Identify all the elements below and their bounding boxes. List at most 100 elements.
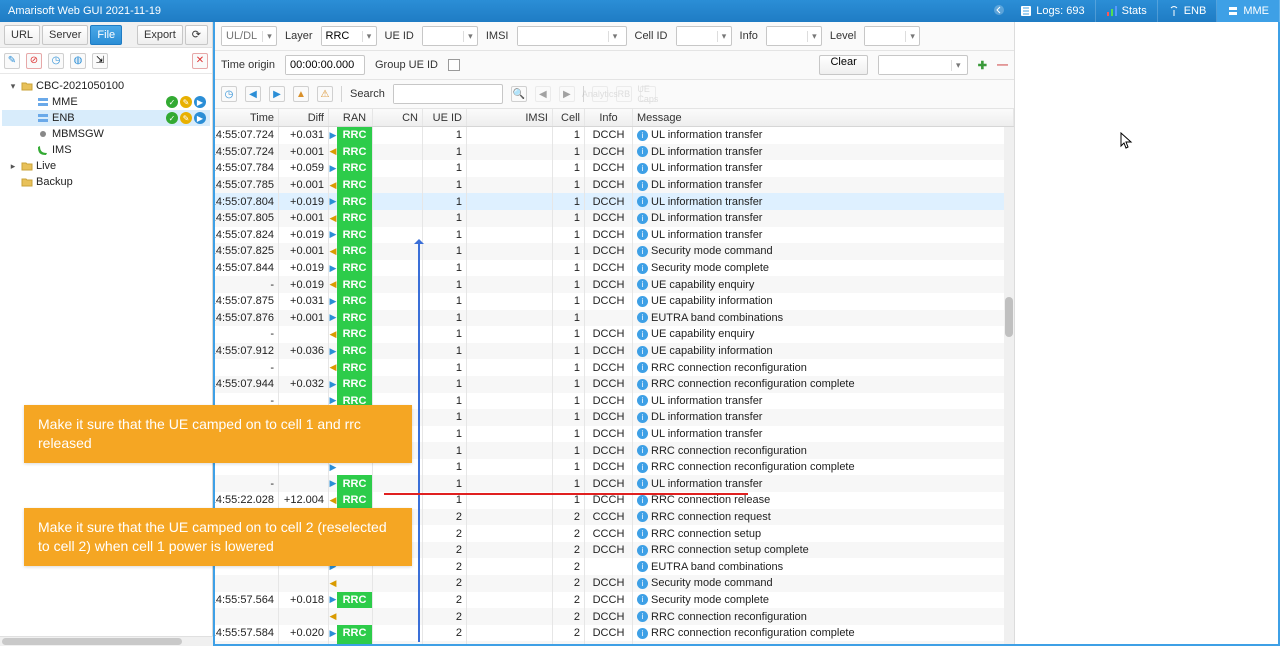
binoculars-icon[interactable]: 🔍 — [511, 86, 527, 102]
col-info[interactable]: Info — [585, 109, 633, 126]
tab-mme[interactable]: MME — [1217, 0, 1280, 22]
chevron-down-icon[interactable]: ▾ — [807, 31, 821, 42]
imsi-input[interactable] — [518, 27, 608, 45]
table-row[interactable]: 14:55:57.584 +0.020 ▶ RRC 2 2 DCCH iRRC … — [215, 625, 1014, 642]
table-row[interactable]: 14:55:07.805 +0.001 ◀ RRC 1 1 DCCH iDL i… — [215, 210, 1014, 227]
chevron-down-icon[interactable]: ▾ — [463, 31, 477, 42]
collapse-sidebar-icon[interactable] — [988, 4, 1010, 19]
refresh-button[interactable]: ⟳ — [185, 25, 208, 45]
col-ueid[interactable]: UE ID — [423, 109, 467, 126]
expander-icon[interactable]: ▸ — [8, 161, 18, 172]
col-time[interactable]: Time — [215, 109, 279, 126]
chevron-down-icon[interactable]: ▾ — [951, 60, 965, 71]
clear-combo-input[interactable] — [879, 56, 951, 74]
close-sidebar-icon[interactable]: ✕ — [192, 53, 208, 69]
table-row[interactable]: 14:56:08.345 +10.761 ◀ RRC 2 2 DCCH iRRC… — [215, 641, 1014, 644]
col-msg[interactable]: Message — [633, 109, 1014, 126]
chevron-down-icon[interactable]: ▾ — [262, 31, 276, 42]
chevron-down-icon[interactable]: ▾ — [362, 31, 376, 42]
uldl-input[interactable] — [222, 27, 262, 45]
uldl-combo[interactable]: ▾ — [221, 26, 277, 46]
info-combo[interactable]: ▾ — [766, 26, 822, 46]
level-input[interactable] — [865, 27, 905, 45]
table-row[interactable]: ◀ 2 2 DCCH iRRC connection reconfigurati… — [215, 608, 1014, 625]
expander-icon[interactable]: ▾ — [8, 81, 18, 92]
tree-item[interactable]: ENB ✓✎▶ — [2, 110, 210, 126]
table-row[interactable]: 14:55:07.844 +0.019 ▶ RRC 1 1 DCCH iSecu… — [215, 260, 1014, 277]
info-input[interactable] — [767, 27, 807, 45]
table-row[interactable]: 14:55:07.825 +0.001 ◀ RRC 1 1 DCCH iSecu… — [215, 243, 1014, 260]
warn-icon[interactable]: ▲ — [293, 86, 309, 102]
time-origin-input-wrap[interactable] — [285, 55, 365, 75]
wand-icon[interactable]: ✎ — [4, 53, 20, 69]
table-row[interactable]: - +0.019 ◀ RRC 1 1 DCCH iUE capability e… — [215, 276, 1014, 293]
tab-enb[interactable]: ENB — [1158, 0, 1218, 22]
server-button[interactable]: Server — [42, 25, 88, 45]
pencil-badge-icon[interactable]: ✎ — [180, 96, 192, 108]
table-row[interactable]: 14:55:07.724 +0.031 ▶ RRC 1 1 DCCH iUL i… — [215, 127, 1014, 144]
cellid-combo[interactable]: ▾ — [676, 26, 732, 46]
vscrollbar[interactable] — [1004, 127, 1014, 644]
tree-item[interactable]: MBMSGW — [2, 126, 210, 142]
tree-item[interactable]: ▾ CBC-2021050100 — [2, 78, 210, 94]
table-row[interactable]: 14:55:07.784 +0.059 ▶ RRC 1 1 DCCH iUL i… — [215, 160, 1014, 177]
scrollbar-thumb[interactable] — [1005, 297, 1013, 337]
warn2-icon[interactable]: ⚠ — [317, 86, 333, 102]
cellid-input[interactable] — [677, 27, 717, 45]
table-row[interactable]: 14:55:07.804 +0.019 ▶ RRC 1 1 DCCH iUL i… — [215, 193, 1014, 210]
ok-badge-icon[interactable]: ✓ — [166, 96, 178, 108]
level-combo[interactable]: ▾ — [864, 26, 920, 46]
play-badge-icon[interactable]: ▶ — [194, 112, 206, 124]
chevron-down-icon[interactable]: ▾ — [905, 31, 919, 42]
table-row[interactable]: - ◀ RRC 1 1 DCCH iUE capability enquiry — [215, 326, 1014, 343]
tab-stats[interactable]: Stats — [1096, 0, 1158, 22]
table-row[interactable]: 14:55:07.944 +0.032 ▶ RRC 1 1 DCCH iRRC … — [215, 376, 1014, 393]
ueid-input[interactable] — [423, 27, 463, 45]
add-icon[interactable]: ✚ — [978, 59, 987, 72]
col-diff[interactable]: Diff — [279, 109, 329, 126]
scrollbar-thumb[interactable] — [2, 638, 182, 645]
stop-icon[interactable]: ⊘ — [26, 53, 42, 69]
table-row[interactable]: 14:55:07.724 +0.001 ◀ RRC 1 1 DCCH iDL i… — [215, 144, 1014, 161]
clock-icon[interactable]: ◷ — [221, 86, 237, 102]
table-row[interactable]: - ◀ RRC 1 1 DCCH iRRC connection reconfi… — [215, 359, 1014, 376]
chevron-down-icon[interactable]: ▾ — [608, 31, 622, 42]
time-origin-input[interactable] — [286, 56, 362, 74]
search-box[interactable] — [393, 84, 503, 104]
export-button[interactable]: Export — [137, 25, 183, 45]
table-row[interactable]: 14:55:57.564 +0.018 ▶ RRC 2 2 DCCH iSecu… — [215, 592, 1014, 609]
clear-combo[interactable]: ▾ — [878, 55, 968, 75]
file-button[interactable]: File — [90, 25, 122, 45]
table-row[interactable]: 14:55:07.824 +0.019 ▶ RRC 1 1 DCCH iUL i… — [215, 227, 1014, 244]
nav-back-icon[interactable]: ◀ — [245, 86, 261, 102]
layer-combo[interactable]: ▾ — [321, 26, 377, 46]
remove-icon[interactable]: — — [997, 59, 1008, 71]
col-cell[interactable]: Cell — [553, 109, 585, 126]
expand-icon[interactable]: ⇲ — [92, 53, 108, 69]
tree-item[interactable]: ▸ Live — [2, 158, 210, 174]
tree-item[interactable]: IMS — [2, 142, 210, 158]
table-row[interactable]: 14:55:07.785 +0.001 ◀ RRC 1 1 DCCH iDL i… — [215, 177, 1014, 194]
tree-item[interactable]: Backup — [2, 174, 210, 190]
ueid-combo[interactable]: ▾ — [422, 26, 478, 46]
col-cn[interactable]: CN — [373, 109, 423, 126]
nav-fwd-icon[interactable]: ▶ — [269, 86, 285, 102]
sidebar-hscrollbar[interactable] — [0, 636, 213, 646]
imsi-combo[interactable]: ▾ — [517, 26, 627, 46]
tab-logs[interactable]: Logs: 693 — [1010, 0, 1095, 22]
url-button[interactable]: URL — [4, 25, 40, 45]
col-imsi[interactable]: IMSI — [467, 109, 553, 126]
table-row[interactable]: - ▶ RRC 1 1 DCCH iUL information transfe… — [215, 475, 1014, 492]
ok-badge-icon[interactable]: ✓ — [166, 112, 178, 124]
play-badge-icon[interactable]: ▶ — [194, 96, 206, 108]
tree-item[interactable]: MME ✓✎▶ — [2, 94, 210, 110]
globe-icon[interactable]: ◍ — [70, 53, 86, 69]
chevron-down-icon[interactable]: ▾ — [717, 31, 731, 42]
clock-icon[interactable]: ◷ — [48, 53, 64, 69]
col-ran[interactable]: RAN — [337, 109, 373, 126]
search-input[interactable] — [394, 85, 500, 103]
table-row[interactable]: ◀ 2 2 DCCH iSecurity mode command — [215, 575, 1014, 592]
table-row[interactable]: 14:55:07.912 +0.036 ▶ RRC 1 1 DCCH iUE c… — [215, 343, 1014, 360]
table-row[interactable]: 14:55:07.875 +0.031 ▶ RRC 1 1 DCCH iUE c… — [215, 293, 1014, 310]
layer-input[interactable] — [322, 27, 362, 45]
